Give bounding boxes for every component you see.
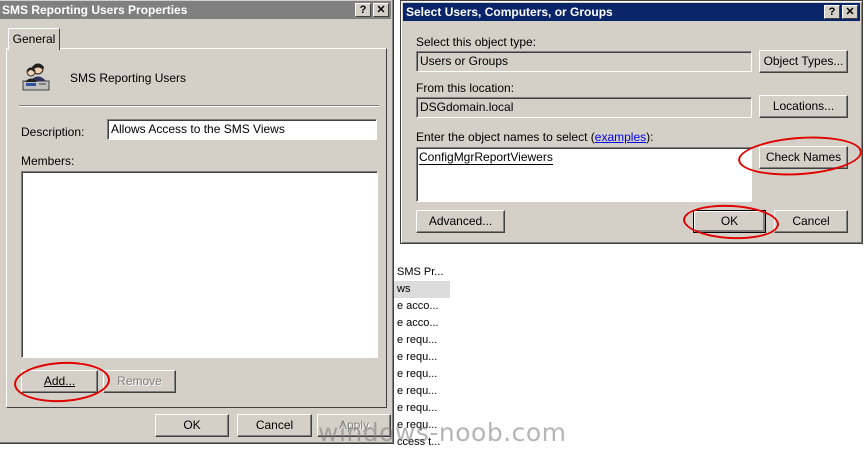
list-item[interactable]: e requ... (392, 383, 462, 400)
list-item[interactable]: e requ... (392, 400, 462, 417)
watermark: windows-noob.com (318, 418, 567, 447)
object-type-field: Users or Groups (416, 51, 752, 72)
properties-title: SMS Reporting Users Properties (2, 3, 188, 17)
list-item[interactable]: e acco... (392, 298, 462, 315)
location-label: From this location: (416, 81, 515, 95)
select-users-dialog: Select Users, Computers, or Groups ? ✕ S… (400, 0, 863, 244)
select-titlebar[interactable]: Select Users, Computers, or Groups ? ✕ (403, 3, 860, 21)
select-title: Select Users, Computers, or Groups (406, 5, 613, 19)
ok-button[interactable]: OK (155, 414, 229, 437)
remove-button[interactable]: Remove (103, 370, 176, 393)
members-label: Members: (21, 154, 75, 168)
list-item[interactable]: e requ... (392, 349, 462, 366)
help-button[interactable]: ? (355, 3, 371, 17)
description-label: Description: (21, 125, 85, 139)
object-names-input[interactable]: ConfigMgrReportViewers (416, 147, 752, 202)
members-list[interactable] (21, 171, 378, 358)
object-names-label: Enter the object names to select (exampl… (416, 130, 654, 144)
list-item[interactable]: ws (392, 281, 450, 298)
location-field: DSGdomain.local (416, 97, 752, 118)
close-button[interactable]: ✕ (373, 3, 389, 17)
list-item[interactable]: e acco... (392, 315, 462, 332)
group-name: SMS Reporting Users (70, 71, 187, 85)
separator (19, 105, 379, 107)
help-button[interactable]: ? (824, 5, 840, 19)
advanced-button[interactable]: Advanced... (416, 210, 505, 233)
cancel-button[interactable]: Cancel (237, 414, 312, 437)
object-type-label: Select this object type: (416, 35, 537, 49)
properties-titlebar[interactable]: SMS Reporting Users Properties ? ✕ (0, 1, 391, 19)
description-field[interactable]: Allows Access to the SMS Views (107, 119, 377, 140)
list-item[interactable]: SMS Pr... (392, 264, 462, 281)
locations-button[interactable]: Locations... (759, 95, 848, 118)
list-item[interactable]: e requ... (392, 332, 462, 349)
object-name-text: ConfigMgrReportViewers (419, 150, 553, 165)
list-item[interactable]: e requ... (392, 366, 462, 383)
user-group-icon (21, 61, 51, 93)
close-button[interactable]: ✕ (842, 5, 858, 19)
examples-link[interactable]: examples (595, 130, 646, 144)
cancel-button[interactable]: Cancel (774, 210, 848, 233)
tab-general[interactable]: General (8, 28, 60, 50)
object-types-button[interactable]: Object Types... (759, 50, 848, 73)
